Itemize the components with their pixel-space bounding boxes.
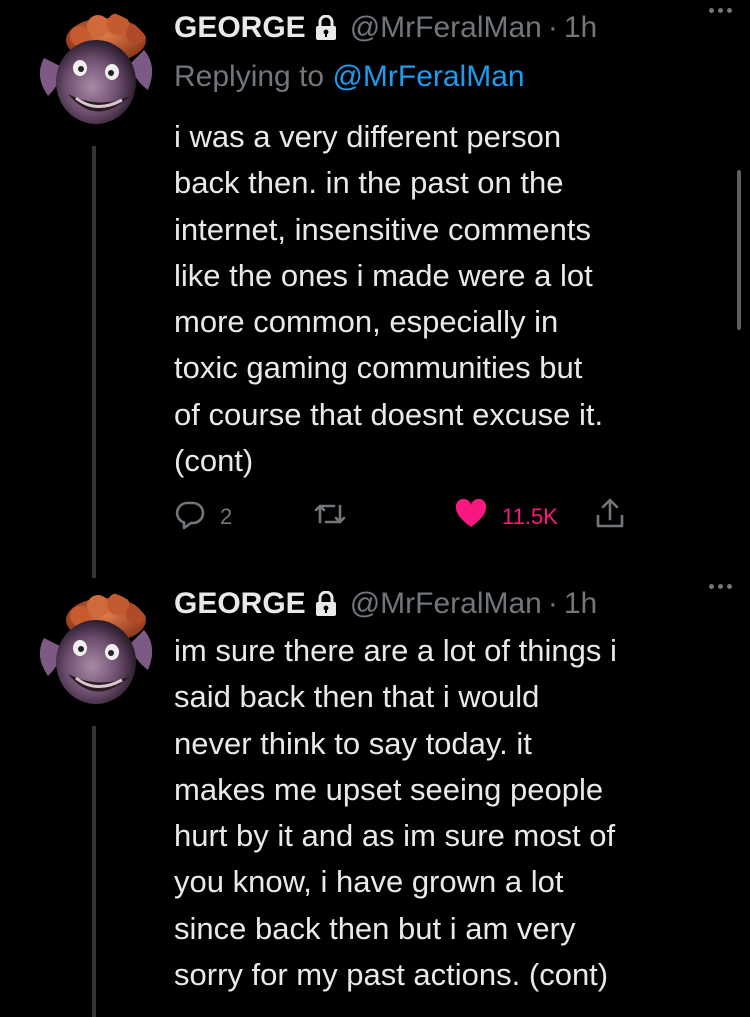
text-line: never think to say today. it [174,725,532,761]
display-name[interactable]: GEORGE [174,587,306,621]
text-line: you know, i have grown a lot [174,864,564,900]
text-line: more common, especially in [174,304,559,340]
text-line: i was a very different person [174,119,562,154]
separator: · [547,587,558,620]
retweet-button[interactable] [312,497,348,537]
avatar[interactable] [30,590,158,718]
reply-button[interactable]: 2 [174,497,232,537]
replying-to: Replying to @MrFeralMan [174,60,525,94]
retweet-icon [312,498,348,536]
tweet-header: GEORGE @MrFeralMan · 1h [174,6,740,50]
heart-icon [454,498,488,536]
text-line: (cont) [174,443,254,479]
reply-count: 2 [220,504,233,529]
share-button[interactable] [594,497,626,537]
user-handle[interactable]: @MrFeralMan [350,587,542,621]
thread-line [92,146,96,578]
tweet-2[interactable]: GEORGE @MrFeralMan · 1h im sure there ar… [0,580,750,1017]
text-line: like the ones i made were a lot [174,257,593,293]
text-line: back then. in the past on the [174,165,564,201]
scrollbar[interactable] [737,170,741,330]
text-line: sorry for my past actions. (cont) [174,957,609,993]
like-button[interactable]: 11.5K [454,497,558,537]
text-line: makes me upset seeing people [174,771,604,807]
text-line: im sure there are a lot of things i [174,633,617,668]
avatar[interactable] [30,10,158,138]
reply-icon [174,498,206,536]
tweet-header: GEORGE @MrFeralMan · 1h [174,582,740,626]
text-line: said back then that i would [174,679,540,715]
text-line: since back then but i am very [174,910,576,946]
display-name[interactable]: GEORGE [174,11,306,45]
text-line: hurt by it and as im sure most of [174,818,616,854]
user-handle[interactable]: @MrFeralMan [350,11,542,45]
tweet-text: im sure there are a lot of things i said… [174,628,734,998]
more-icon[interactable] [709,584,732,589]
thread-line [92,726,96,1017]
share-icon [594,497,626,537]
tweet-1[interactable]: GEORGE @MrFeralMan · 1h Replying to @MrF… [0,0,750,580]
tweet-actions: 2 11.5K [174,497,654,537]
text-line: internet, insensitive comments [174,211,591,247]
more-icon[interactable] [709,8,732,13]
tweet-text: i was a very different person back then.… [174,114,734,484]
separator: · [547,11,558,44]
lock-icon [314,591,338,617]
lock-icon [314,15,338,41]
text-line: of course that doesnt excuse it. [174,396,604,432]
text-line: toxic gaming communities but [174,350,583,386]
replying-prefix: Replying to [174,60,325,93]
timestamp[interactable]: 1h [564,11,597,45]
replying-handle-link[interactable]: @MrFeralMan [332,60,524,93]
timestamp[interactable]: 1h [564,587,597,621]
like-count: 11.5K [502,504,558,529]
